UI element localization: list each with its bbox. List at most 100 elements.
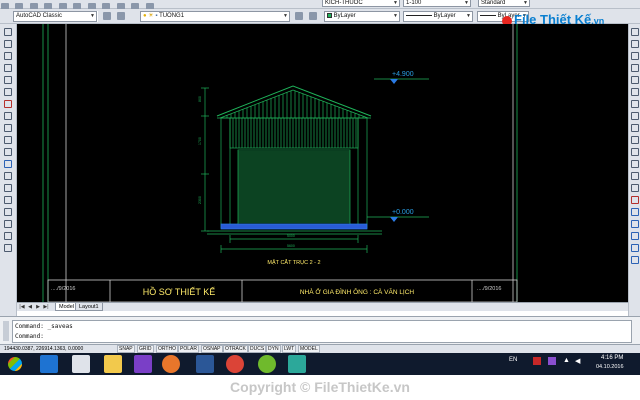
- status-toggle-ducs[interactable]: DUCS: [248, 345, 267, 353]
- copyright-watermark: Copyright © FileThietKe.vn: [0, 375, 640, 400]
- move-icon[interactable]: [630, 88, 639, 96]
- autocad-taskbar-icon[interactable]: [288, 355, 306, 373]
- chrome-icon[interactable]: [226, 355, 244, 373]
- firefox-icon[interactable]: [162, 355, 180, 373]
- language-indicator[interactable]: EN: [509, 357, 517, 363]
- linetype-preview-icon: [406, 14, 432, 16]
- offset-icon[interactable]: [630, 64, 639, 72]
- unikey-icon[interactable]: [72, 355, 90, 373]
- side-dim-mid-label: 1700: [198, 137, 202, 145]
- status-toggle-polar[interactable]: POLAR: [178, 345, 199, 353]
- gradient-icon[interactable]: [4, 208, 12, 216]
- status-toggle-osnap[interactable]: OSNAP: [201, 345, 223, 353]
- app-green-icon[interactable]: [258, 355, 276, 373]
- next-tab-icon[interactable]: ▶: [35, 304, 41, 310]
- clock-time[interactable]: 4:16 PM: [601, 355, 623, 361]
- erase-icon[interactable]: [630, 28, 639, 36]
- section-drawing: [201, 78, 429, 253]
- command-prompt[interactable]: Command:: [15, 332, 629, 342]
- revision-cloud-icon[interactable]: [4, 112, 12, 120]
- tray-v-icon[interactable]: [548, 357, 556, 365]
- dim-style-select[interactable]: KICH-THUOC ▼: [322, 0, 400, 7]
- prev-tab-icon[interactable]: ◀: [27, 304, 33, 310]
- break-icon[interactable]: [630, 160, 639, 168]
- word-icon[interactable]: [196, 355, 214, 373]
- rotate-icon[interactable]: [630, 100, 639, 108]
- status-toggle-otrack[interactable]: OTRACK: [223, 345, 248, 353]
- ellipse-icon[interactable]: [4, 136, 12, 144]
- fillet-icon[interactable]: [630, 196, 639, 204]
- insert-block-icon[interactable]: [4, 160, 12, 168]
- clock-date[interactable]: 04.10.2016: [596, 364, 624, 370]
- volume-icon[interactable]: ◀: [575, 357, 580, 365]
- line-tool-icon[interactable]: [4, 28, 12, 36]
- text-style-select[interactable]: 1-100 ▼: [403, 0, 471, 7]
- status-toggle-dyn[interactable]: DYN: [266, 345, 281, 353]
- model-space-canvas[interactable]: +4.900 +0.000 800 1700 2300 5000 5600 MẶ…: [17, 24, 628, 302]
- dim-inner-label: 5000: [287, 234, 295, 238]
- mirror-icon[interactable]: [630, 52, 639, 60]
- point-icon[interactable]: [4, 184, 12, 192]
- title-block-main-text: NHÀ Ở GIA ĐÌNH ÔNG : CÀ VĂN LỊCH: [300, 287, 415, 296]
- status-toggle-lwt[interactable]: LWT: [282, 345, 297, 353]
- stretch-icon[interactable]: [630, 124, 639, 132]
- network-icon[interactable]: ▲: [563, 357, 570, 364]
- chamfer-icon[interactable]: [630, 184, 639, 192]
- explode-icon[interactable]: [630, 208, 639, 216]
- lock-icon: ▪: [155, 13, 158, 19]
- color-select[interactable]: ByLayer ▼: [324, 11, 400, 22]
- hatch-icon[interactable]: [4, 196, 12, 204]
- construction-line-icon[interactable]: [4, 40, 12, 48]
- layer-properties-icon[interactable]: [103, 12, 111, 20]
- file-explorer-icon[interactable]: [104, 355, 122, 373]
- make-block-icon[interactable]: [4, 172, 12, 180]
- polyline-icon[interactable]: [4, 52, 12, 60]
- table-style-select[interactable]: Standard ▼: [478, 0, 530, 7]
- tab-layout1[interactable]: Layout1: [75, 303, 103, 311]
- first-tab-icon[interactable]: |◀: [19, 304, 25, 310]
- upper-band: [229, 117, 359, 149]
- layer-state-icon[interactable]: [117, 12, 126, 20]
- linetype-select[interactable]: ByLayer ▼: [403, 11, 473, 22]
- app-purple-icon[interactable]: [134, 355, 152, 373]
- region-icon[interactable]: [4, 220, 12, 228]
- scale-icon[interactable]: [630, 112, 639, 120]
- sun-icon: ☀: [148, 13, 154, 19]
- spline-icon[interactable]: [4, 124, 12, 132]
- last-tab-icon[interactable]: ▶|: [43, 304, 49, 310]
- title-block-left-text: HỒ SƠ THIẾT KẾ: [143, 286, 215, 297]
- area-icon[interactable]: [630, 256, 639, 264]
- matchprop-icon[interactable]: [630, 232, 639, 240]
- layer-select[interactable]: ● ☀ ▪ TUONG1 ▼: [140, 11, 290, 22]
- multiline-text-icon[interactable]: [4, 244, 12, 252]
- trim-icon[interactable]: [630, 136, 639, 144]
- copy-object-icon[interactable]: [630, 40, 639, 48]
- arc-icon[interactable]: [4, 88, 12, 96]
- start-button-icon[interactable]: [8, 357, 22, 371]
- workspace-select[interactable]: AutoCAD Classic ▼: [13, 11, 97, 22]
- dist-icon[interactable]: [630, 244, 639, 252]
- rectangle-icon[interactable]: [4, 76, 12, 84]
- extend-icon[interactable]: [630, 148, 639, 156]
- polygon-icon[interactable]: [4, 64, 12, 72]
- table-icon[interactable]: [4, 232, 12, 240]
- tray-app-icon[interactable]: [533, 357, 541, 365]
- internet-explorer-icon[interactable]: [40, 355, 58, 373]
- layer-previous-icon[interactable]: [309, 12, 318, 20]
- command-grip-icon[interactable]: [3, 321, 9, 341]
- status-toggle-model[interactable]: MODEL: [298, 345, 320, 353]
- properties-icon[interactable]: [630, 220, 639, 228]
- ellipse-arc-icon[interactable]: [4, 148, 12, 156]
- status-toggle-snap[interactable]: SNAP: [117, 345, 135, 353]
- status-toggle-ortho[interactable]: ORTHO: [156, 345, 178, 353]
- array-icon[interactable]: [630, 76, 639, 84]
- make-current-icon[interactable]: [295, 12, 303, 20]
- command-history[interactable]: Command: _saveas Command:: [12, 320, 632, 343]
- status-toggle-grid[interactable]: GRID: [137, 345, 154, 353]
- section-title: MẶT CẮT TRỤC 2 - 2: [267, 258, 320, 266]
- date-left-text: ..../9/2016: [51, 286, 75, 292]
- draw-toolbar: [0, 24, 17, 316]
- command-window: Command: _saveas Command:: [0, 316, 640, 344]
- circle-icon[interactable]: [4, 100, 12, 108]
- join-icon[interactable]: [630, 172, 639, 180]
